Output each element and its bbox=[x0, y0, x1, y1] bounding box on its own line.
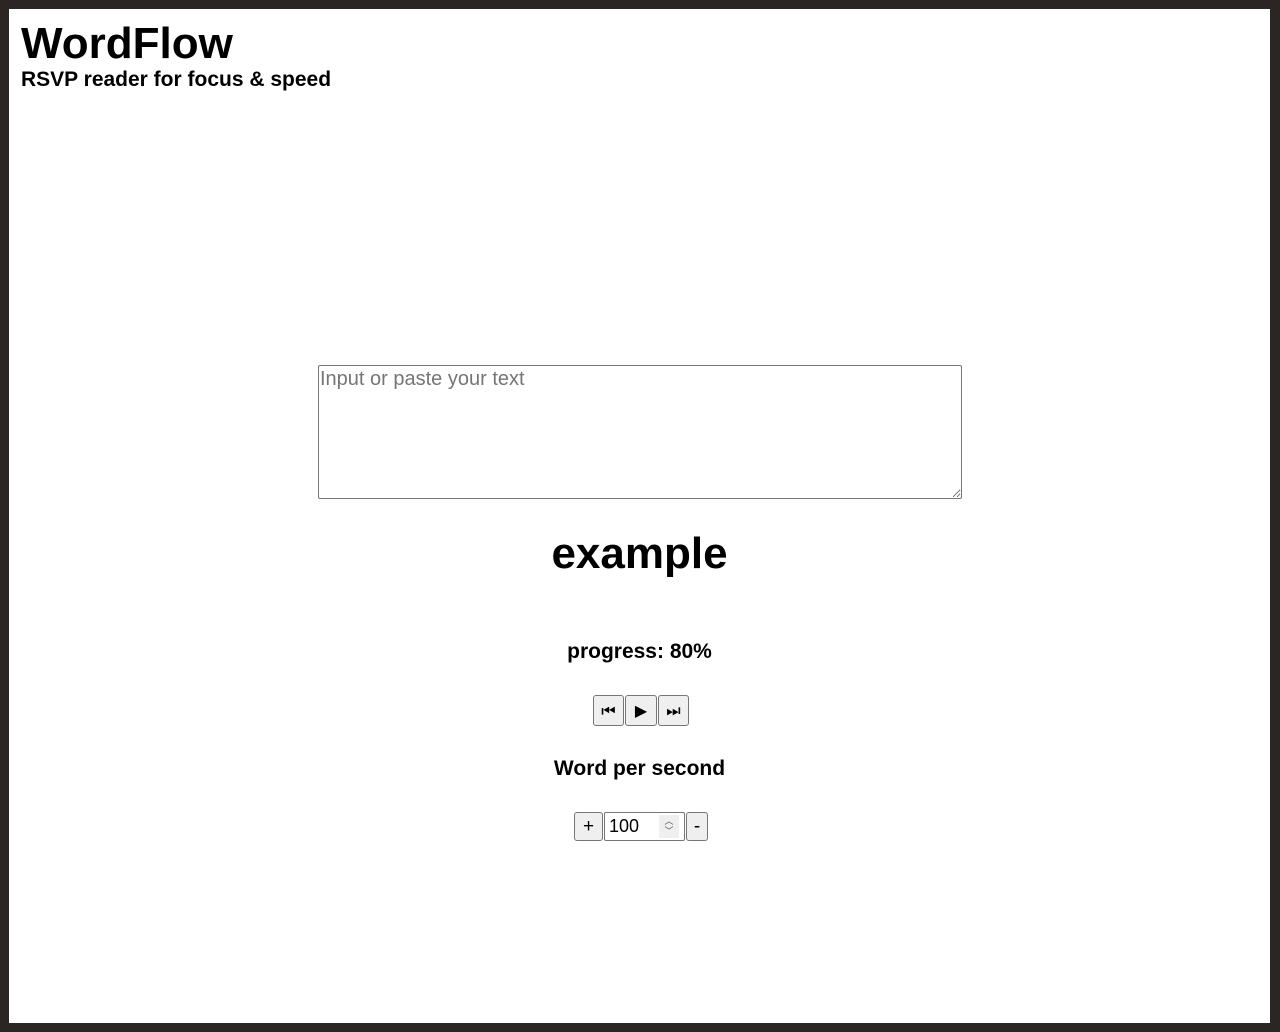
header: WordFlow RSVP reader for focus & speed bbox=[21, 21, 331, 93]
app-subtitle: RSVP reader for focus & speed bbox=[21, 68, 332, 91]
speed-label: Word per second bbox=[553, 757, 726, 780]
play-icon: ▶ bbox=[634, 701, 648, 720]
next-button[interactable]: ⏭ bbox=[658, 695, 689, 726]
chevron-down-icon[interactable]: ﹀ bbox=[664, 827, 673, 837]
speed-input[interactable] bbox=[605, 815, 661, 838]
chevron-up-icon[interactable]: ︿ bbox=[664, 817, 673, 827]
increase-speed-button[interactable]: + bbox=[574, 812, 603, 841]
previous-button[interactable]: ⏮ bbox=[593, 695, 624, 726]
progress-text: progress: 80% bbox=[567, 640, 712, 663]
current-word-display: example bbox=[551, 529, 728, 578]
app-window: WordFlow RSVP reader for focus & speed e… bbox=[9, 9, 1270, 1023]
spinner[interactable]: ︿ ﹀ bbox=[659, 815, 679, 838]
text-input[interactable] bbox=[318, 365, 962, 499]
play-button[interactable]: ▶ bbox=[625, 695, 657, 726]
app-title: WordFlow bbox=[21, 19, 233, 68]
decrease-speed-button[interactable]: - bbox=[686, 812, 708, 841]
playback-controls: ⏮ ▶ ⏭ bbox=[593, 695, 689, 726]
speed-stepper[interactable]: ︿ ﹀ bbox=[604, 812, 685, 841]
skip-forward-icon: ⏭ bbox=[666, 700, 681, 720]
skip-back-icon: ⏮ bbox=[601, 700, 616, 720]
speed-controls: + ︿ ﹀ - bbox=[574, 812, 708, 841]
